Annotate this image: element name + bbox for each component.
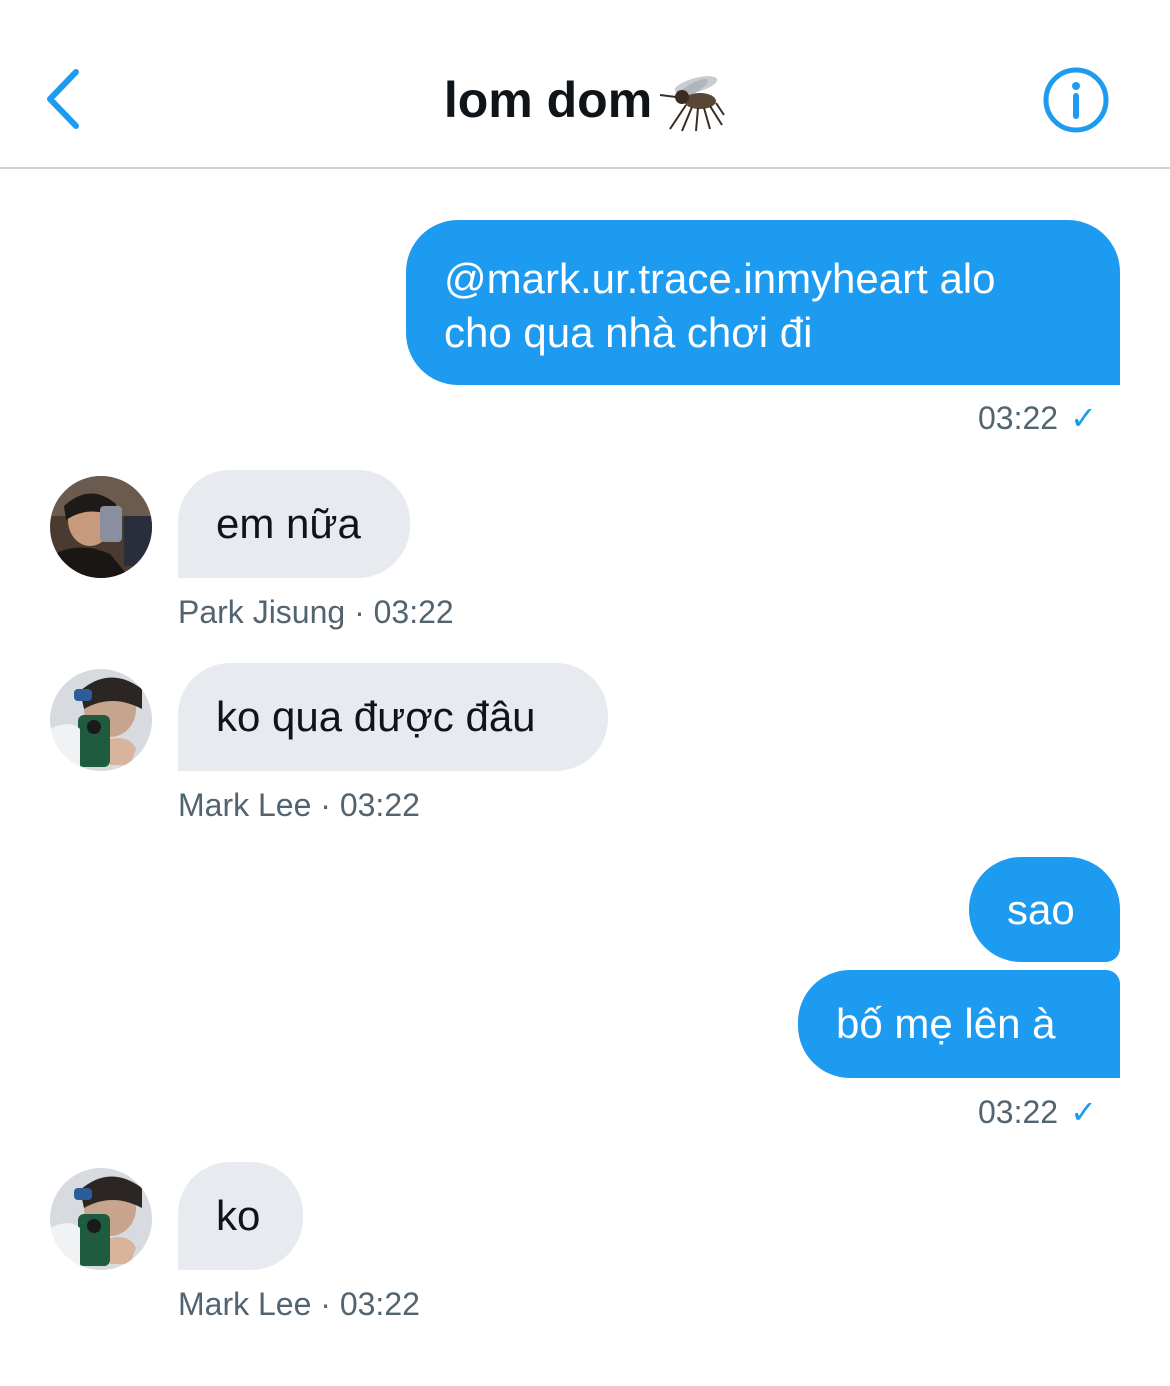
message-time: 03:22 — [978, 400, 1059, 436]
info-button[interactable] — [1040, 66, 1112, 134]
sender-and-time: Mark Lee · 03:22 — [178, 787, 420, 823]
message-text: em nữa — [216, 500, 361, 547]
read-check-icon: ✓ — [1070, 1094, 1097, 1130]
mosquito-icon — [660, 75, 725, 132]
sender-and-time: Mark Lee · 03:22 — [178, 1286, 420, 1322]
read-check-icon: ✓ — [1070, 400, 1097, 436]
message-time: 03:22 — [978, 1094, 1059, 1130]
avatar-photo — [50, 669, 152, 771]
sender-and-time: Park Jisung · 03:22 — [178, 594, 454, 630]
message-text-line: cho qua nhà chơi đi — [444, 309, 813, 356]
info-icon — [1043, 67, 1109, 133]
avatar[interactable] — [50, 476, 152, 578]
message-meta: Park Jisung · 03:22 — [178, 592, 454, 632]
avatar-photo — [50, 1168, 152, 1270]
message-meta: 03:22 ✓ — [978, 1092, 1097, 1132]
message-meta: 03:22 ✓ — [978, 398, 1097, 438]
message-text: bố mẹ lên à — [836, 1000, 1056, 1047]
message-text-line: @mark.ur.trace.inmyheart alo — [444, 255, 996, 302]
message-text: ko qua được đâu — [216, 693, 536, 740]
conversation-title[interactable]: lom dom — [0, 62, 1170, 138]
message-meta: Mark Lee · 03:22 — [178, 1284, 420, 1324]
message-meta: Mark Lee · 03:22 — [178, 785, 420, 825]
message-bubble-outgoing[interactable]: bố mẹ lên à — [798, 970, 1120, 1078]
message-text: ko — [216, 1192, 261, 1239]
title-text: lom dom — [443, 72, 653, 128]
message-bubble-outgoing[interactable]: @mark.ur.trace.inmyheart alo cho qua nhà… — [406, 220, 1120, 385]
message-bubble-outgoing[interactable]: sao — [969, 857, 1120, 962]
avatar[interactable] — [50, 669, 152, 771]
avatar-photo — [50, 476, 152, 578]
avatar[interactable] — [50, 1168, 152, 1270]
message-bubble-incoming[interactable]: ko qua được đâu — [178, 663, 608, 771]
message-bubble-incoming[interactable]: em nữa — [178, 470, 410, 578]
message-bubble-incoming[interactable]: ko — [178, 1162, 303, 1270]
conversation-header: lom dom — [0, 0, 1170, 169]
message-text: sao — [1007, 886, 1075, 933]
